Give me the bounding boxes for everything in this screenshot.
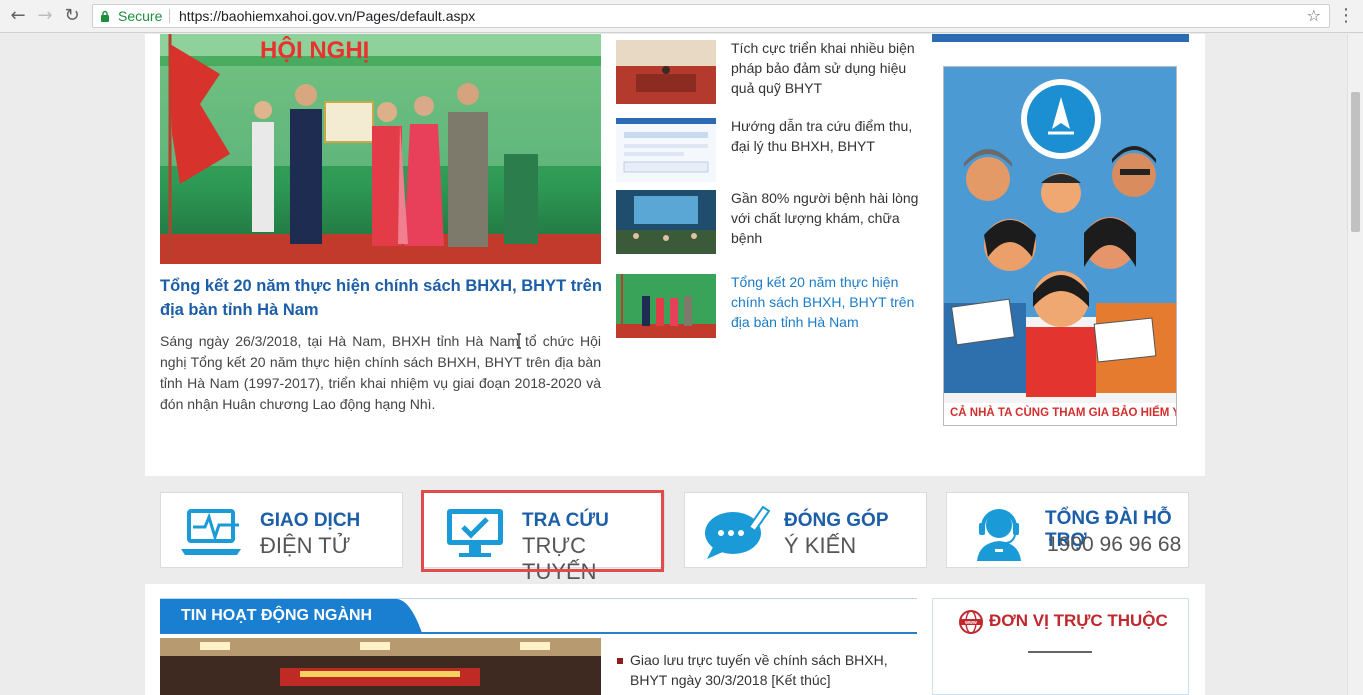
service-title: ĐÓNG GÓP (784, 510, 889, 531)
service-title: GIAO DỊCH (260, 510, 361, 531)
more-menu-icon[interactable]: ⋮ (1336, 5, 1356, 27)
url-text[interactable]: https://baohiemxahoi.gov.vn/Pages/defaul… (179, 5, 475, 27)
service-tile-support-hotline[interactable]: TỔNG ĐÀI HỖ TRỢ 1900 96 96 68 (946, 492, 1189, 568)
forward-arrow-icon[interactable]: → (35, 6, 55, 26)
sidebar-divider (1028, 651, 1092, 653)
service-tile-feedback[interactable]: ĐÓNG GÓP Ý KIẾN (684, 492, 927, 568)
laptop-pulse-icon (181, 509, 241, 555)
section-featured-image[interactable] (160, 638, 601, 695)
chat-pen-icon (705, 505, 771, 559)
reload-icon[interactable]: ↻ (62, 6, 82, 26)
news-item[interactable]: Gần 80% người bệnh hài lòng với chất lượ… (616, 190, 918, 260)
news-thumbnail[interactable] (616, 190, 716, 254)
featured-photo: HỘI NGHỊ (160, 34, 601, 264)
www-globe-icon: www (959, 610, 983, 634)
news-item[interactable]: Tích cực triển khai nhiều biện pháp bảo … (616, 40, 916, 110)
section-header: TIN HOẠT ĐỘNG NGÀNH (160, 598, 917, 634)
lock-icon (101, 10, 109, 22)
svg-text:www: www (964, 620, 977, 626)
news-photo (616, 40, 716, 104)
selection-highlight-box (421, 490, 664, 572)
news-photo (616, 274, 716, 338)
news-item[interactable]: Hướng dẫn tra cứu điểm thu, đại lý thu B… (616, 118, 916, 188)
back-arrow-icon[interactable]: ← (8, 6, 28, 26)
news-thumbnail[interactable] (616, 274, 716, 338)
news-thumbnail[interactable] (616, 118, 716, 182)
news-title-active[interactable]: Tổng kết 20 năm thực hiện chính sách BHX… (731, 272, 921, 332)
scrollbar-thumb[interactable] (1351, 92, 1360, 232)
address-bar[interactable]: Secure https://baohiemxahoi.gov.vn/Pages… (92, 4, 1330, 28)
affiliated-units-box: www ĐƠN VỊ TRỰC THUỘC (932, 598, 1189, 695)
poster-artwork: CẢ NHÀ TA CÙNG THAM GIA BẢO HIỂM Y TẾ (944, 67, 1177, 425)
news-title[interactable]: Gần 80% người bệnh hài lòng với chất lượ… (731, 188, 921, 248)
news-title[interactable]: Hướng dẫn tra cứu điểm thu, đại lý thu B… (731, 116, 921, 156)
featured-image[interactable]: HỘI NGHỊ (160, 34, 601, 264)
browser-toolbar: ← → ↻ Secure https://baohiemxahoi.gov.vn… (0, 0, 1363, 33)
service-subtitle: 1900 96 96 68 (1047, 533, 1182, 556)
news-item[interactable]: Tổng kết 20 năm thực hiện chính sách BHX… (616, 274, 916, 344)
featured-headline-link[interactable]: Tổng kết 20 năm thực hiện chính sách BHX… (160, 274, 605, 322)
news-title[interactable]: Tích cực triển khai nhiều biện pháp bảo … (731, 38, 921, 98)
news-thumbnail[interactable] (616, 40, 716, 104)
news-photo (616, 118, 716, 182)
omnibox-separator (169, 9, 170, 23)
section-news-title[interactable]: Giao lưu trực tuyến về chính sách BHXH, … (630, 650, 910, 690)
poster-caption: CẢ NHÀ TA CÙNG THAM GIA BẢO HIỂM Y TẾ (950, 406, 1177, 419)
news-photo (616, 190, 716, 254)
bullet-square (617, 658, 623, 664)
service-tile-electronic-transaction[interactable]: GIAO DỊCH ĐIỆN TỬ (160, 492, 403, 568)
featured-summary: Sáng ngày 26/3/2018, tại Hà Nam, BHXH tỉ… (160, 333, 601, 412)
sidebar-banner-strip[interactable] (932, 34, 1189, 42)
banner-text: HỘI NGHỊ (260, 36, 369, 64)
service-subtitle: ĐIỆN TỬ (260, 533, 351, 558)
section-photo (160, 638, 601, 695)
text-cursor-icon (517, 333, 521, 349)
sidebar-title[interactable]: ĐƠN VỊ TRỰC THUỘC (989, 611, 1168, 631)
bookmark-star-icon[interactable]: ☆ (1307, 5, 1321, 27)
headset-agent-icon (977, 509, 1021, 561)
secure-label: Secure (118, 8, 163, 24)
service-subtitle: Ý KIẾN (784, 533, 857, 558)
section-title[interactable]: TIN HOẠT ĐỘNG NGÀNH (160, 599, 372, 633)
page-scrollbar[interactable] (1347, 34, 1363, 695)
health-insurance-poster[interactable]: CẢ NHÀ TA CÙNG THAM GIA BẢO HIỂM Y TẾ (943, 66, 1177, 426)
